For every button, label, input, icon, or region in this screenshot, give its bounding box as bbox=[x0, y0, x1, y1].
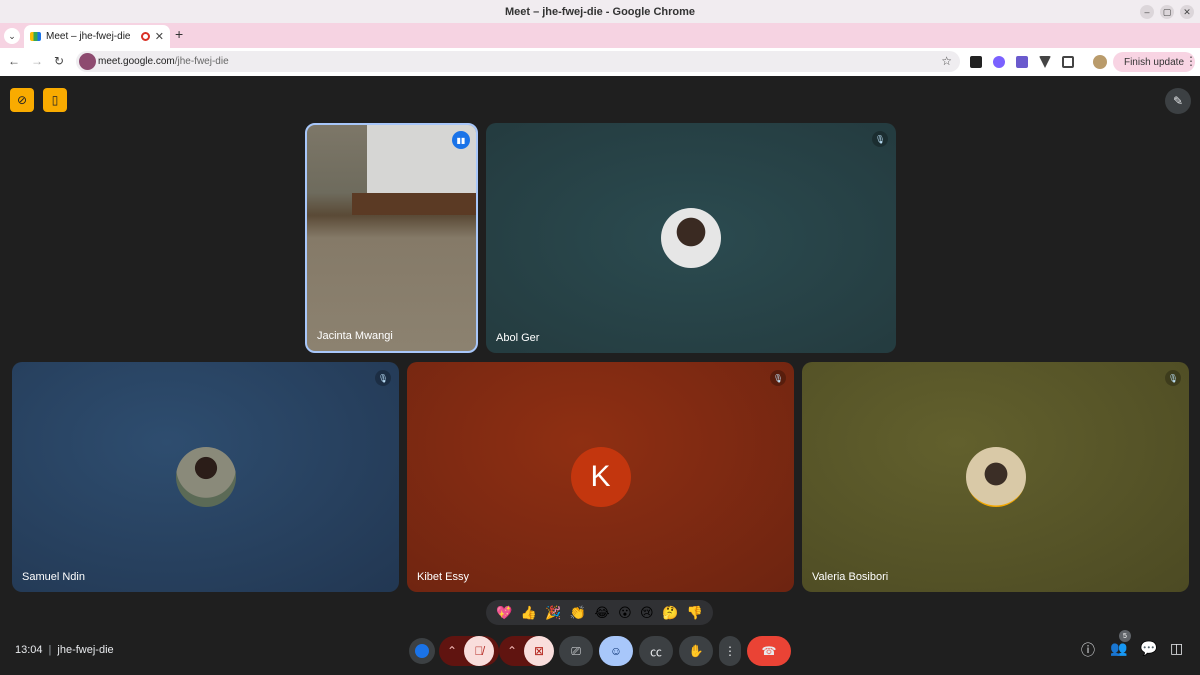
close-window-button[interactable]: ✕ bbox=[1180, 5, 1194, 19]
tab-title: Meet – jhe-fwej-die bbox=[46, 31, 131, 42]
participant-name: Valeria Bosibori bbox=[812, 571, 889, 583]
chevron-up-icon[interactable]: ⌃ bbox=[447, 644, 457, 658]
hand-icon: ✋ bbox=[688, 644, 704, 658]
browser-toolbar: ← → ↻ meet.google.com/jhe-fwej-die ☆ Fin… bbox=[0, 48, 1200, 76]
mic-site-icon[interactable] bbox=[79, 53, 96, 70]
present-screen-icon: ⎚ bbox=[571, 643, 581, 658]
mic-off-icon: 🎙̸ bbox=[474, 644, 484, 658]
end-call-icon: ☎ bbox=[761, 644, 777, 658]
reaction-thumbs-down-button[interactable]: 👎 bbox=[687, 605, 703, 621]
captions-button[interactable]: ㏄ bbox=[639, 636, 673, 666]
meet-favicon-icon bbox=[30, 32, 41, 41]
close-tab-icon[interactable]: ✕ bbox=[155, 30, 164, 43]
captions-icon: ㏄ bbox=[649, 644, 662, 659]
mic-off-icon: 🎙 bbox=[872, 131, 888, 147]
reactions-button[interactable]: ☺ bbox=[599, 636, 633, 666]
meeting-code: jhe-fwej-die bbox=[57, 644, 114, 656]
effects-button[interactable] bbox=[409, 638, 435, 664]
reaction-party-button[interactable]: 🎉 bbox=[545, 605, 561, 621]
extension-icon[interactable] bbox=[970, 56, 982, 68]
participant-name: Kibet Essy bbox=[417, 571, 469, 583]
avatar: K bbox=[570, 447, 631, 507]
restore-button[interactable]: ▢ bbox=[1160, 5, 1174, 19]
window-title: Meet – jhe-fwej-die - Google Chrome bbox=[504, 5, 696, 18]
speaking-indicator-icon: ▮▮ bbox=[452, 131, 470, 149]
meeting-separator: | bbox=[48, 644, 52, 656]
mic-off-icon: 🎙 bbox=[770, 370, 786, 386]
emoji-icon: ☺ bbox=[609, 644, 623, 658]
window-titlebar: Meet – jhe-fwej-die - Google Chrome – ▢ … bbox=[0, 0, 1200, 23]
bookmark-star-icon[interactable]: ☆ bbox=[941, 54, 952, 68]
reaction-thinking-button[interactable]: 🤔 bbox=[662, 605, 678, 621]
reaction-laugh-button[interactable]: 😂 bbox=[595, 605, 610, 621]
finish-update-button[interactable]: Finish update bbox=[1113, 52, 1195, 72]
participant-name: Samuel Ndin bbox=[22, 571, 85, 583]
participant-tile[interactable]: ▮▮ Jacinta Mwangi bbox=[305, 123, 478, 353]
recording-indicator-icon bbox=[140, 32, 150, 41]
participant-tile[interactable]: 🎙 Samuel Ndin bbox=[12, 362, 399, 592]
reaction-heart-button[interactable]: 💖 bbox=[496, 605, 512, 621]
reaction-surprised-button[interactable]: 😮 bbox=[618, 605, 632, 621]
people-icon[interactable]: 👥 bbox=[1110, 640, 1127, 657]
participant-name: Abol Ger bbox=[496, 332, 540, 344]
minimize-button[interactable]: – bbox=[1140, 5, 1154, 19]
extension-icon[interactable] bbox=[993, 56, 1005, 68]
avatar bbox=[175, 447, 236, 507]
chat-icon[interactable]: 💬 bbox=[1140, 640, 1157, 657]
camera-toggle-button[interactable]: ⊠ bbox=[524, 636, 554, 666]
participant-tile[interactable]: 🎙 Abol Ger bbox=[486, 123, 896, 353]
extensions-puzzle-icon[interactable] bbox=[1062, 56, 1074, 68]
effects-icon bbox=[415, 644, 429, 658]
door-icon[interactable]: ▯ bbox=[43, 88, 67, 112]
activities-icon[interactable]: ◫ bbox=[1170, 640, 1183, 657]
meeting-details: 13:04 | jhe-fwej-die bbox=[15, 644, 114, 656]
forward-icon[interactable]: → bbox=[31, 54, 43, 68]
meeting-time: 13:04 bbox=[15, 644, 43, 656]
participant-tile[interactable]: 🎙 K Kibet Essy bbox=[407, 362, 794, 592]
reload-icon[interactable]: ↻ bbox=[54, 54, 64, 68]
leave-call-button[interactable]: ☎ bbox=[747, 636, 791, 666]
camera-off-icon: ⊠ bbox=[533, 644, 545, 658]
tab-search-button[interactable]: ⌄ bbox=[4, 28, 20, 44]
profile-avatar[interactable] bbox=[1093, 55, 1107, 69]
tab-meet[interactable]: Meet – jhe-fwej-die ✕ bbox=[24, 25, 170, 48]
back-icon[interactable]: ← bbox=[8, 54, 20, 68]
avatar bbox=[965, 447, 1026, 507]
address-bar[interactable]: meet.google.com/jhe-fwej-die ☆ bbox=[76, 51, 960, 72]
extension-icon[interactable] bbox=[1016, 56, 1028, 68]
tab-strip: ⌄ Meet – jhe-fwej-die ✕ + bbox=[0, 23, 1200, 48]
participant-name: Jacinta Mwangi bbox=[317, 330, 393, 342]
url-text: meet.google.com/jhe-fwej-die bbox=[98, 56, 229, 67]
extension-icon[interactable] bbox=[1039, 56, 1051, 68]
reaction-sad-button[interactable]: 😢 bbox=[640, 605, 654, 621]
participant-tile[interactable]: 🎙 Valeria Bosibori bbox=[802, 362, 1189, 592]
host-controls-icon[interactable]: ⊘ bbox=[10, 88, 34, 112]
chevron-up-icon[interactable]: ⌃ bbox=[507, 644, 517, 658]
raise-hand-button[interactable]: ✋ bbox=[679, 636, 713, 666]
mic-off-icon: 🎙 bbox=[375, 370, 391, 386]
reactions-bar: 💖 👍 🎉 👏 😂 😮 😢 🤔 👎 bbox=[486, 600, 713, 625]
avatar bbox=[661, 208, 721, 268]
new-tab-button[interactable]: + bbox=[175, 26, 183, 42]
present-button[interactable]: ⎚ bbox=[559, 636, 593, 666]
reaction-clap-button[interactable]: 👏 bbox=[570, 605, 586, 621]
video-feed bbox=[352, 193, 476, 215]
more-options-button[interactable]: ⋮ bbox=[719, 636, 741, 666]
more-vert-icon: ⋮ bbox=[724, 644, 736, 658]
chrome-menu-icon[interactable]: ⋮ bbox=[1185, 54, 1197, 68]
meet-stage: ⊘ ▯ ✎ ▮▮ Jacinta Mwangi 🎙 Abol Ger 🎙 Sam… bbox=[0, 76, 1200, 675]
people-count-badge: 5 bbox=[1119, 630, 1131, 642]
mic-toggle-button[interactable]: 🎙̸ bbox=[464, 636, 494, 666]
meeting-info-icon[interactable]: ⓘ bbox=[1081, 640, 1095, 660]
mic-off-icon: 🎙 bbox=[1165, 370, 1181, 386]
reaction-thumbs-up-button[interactable]: 👍 bbox=[521, 605, 537, 621]
pen-edit-icon[interactable]: ✎ bbox=[1165, 88, 1191, 114]
